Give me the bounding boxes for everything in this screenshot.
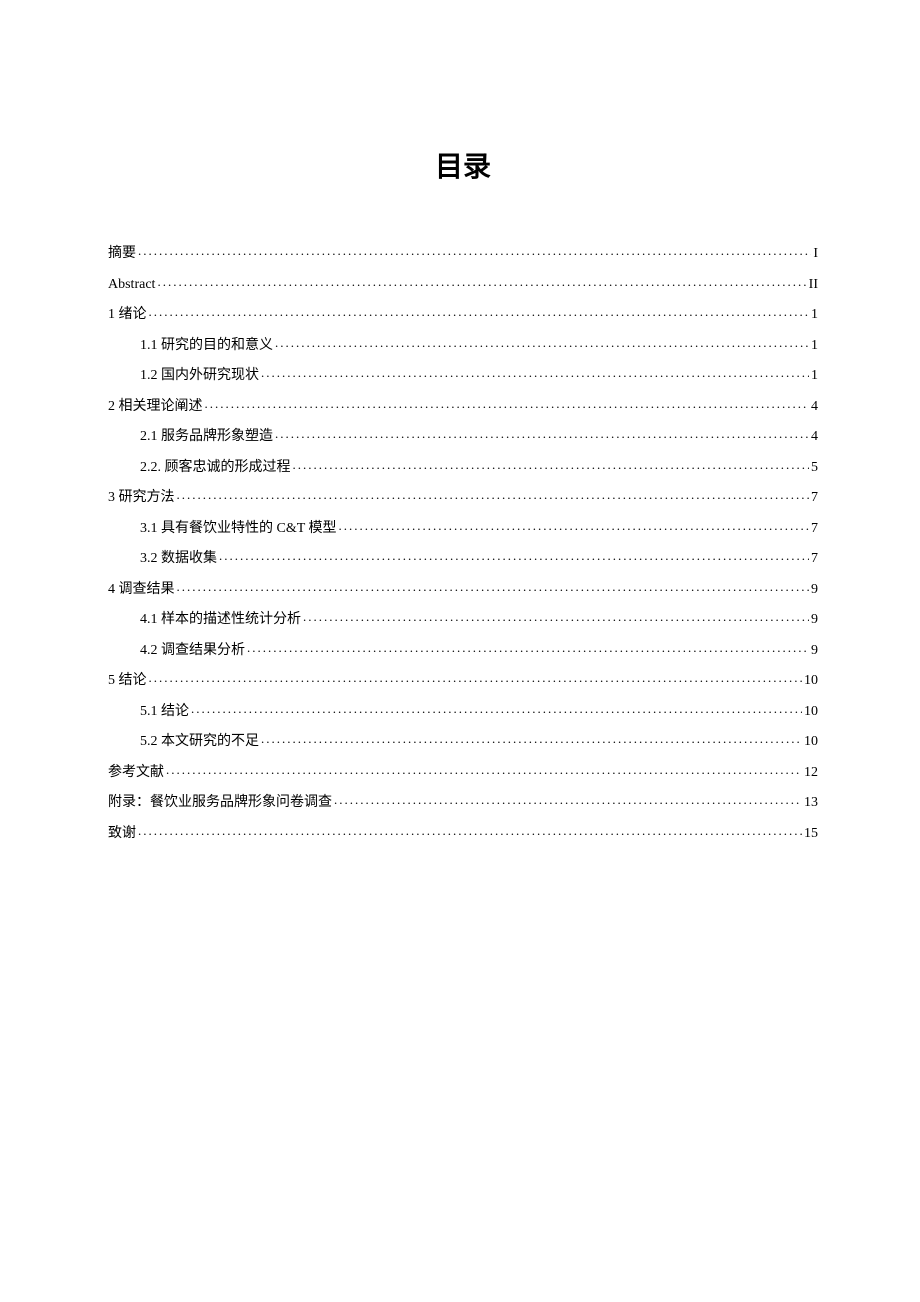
toc-entry-label: 3 研究方法	[108, 491, 175, 505]
toc-entry: Abstract II	[108, 274, 818, 292]
toc-entry: 摘要 I	[108, 243, 818, 261]
toc-leader-dots	[275, 426, 809, 440]
toc-entry: 附录：餐饮业服务品牌形象问卷调查 13	[108, 792, 818, 810]
toc-entry-label: 2.2. 顾客忠诚的形成过程	[140, 461, 291, 475]
toc-leader-dots	[177, 487, 810, 501]
toc-entry: 5.2 本文研究的不足 10	[108, 731, 818, 749]
toc-entry: 3.2 数据收集 7	[108, 548, 818, 566]
toc-leader-dots	[149, 670, 803, 684]
toc-title: 目录	[108, 145, 818, 185]
table-of-contents: 摘要IAbstractII1 绪论11.1 研究的目的和意义11.2 国内外研究…	[108, 243, 818, 841]
toc-entry: 1.1 研究的目的和意义 1	[108, 335, 818, 353]
toc-leader-dots	[166, 762, 802, 776]
toc-entry-page: 1	[811, 369, 818, 383]
toc-leader-dots	[275, 335, 809, 349]
toc-entry: 3 研究方法 7	[108, 487, 818, 505]
toc-leader-dots	[339, 518, 809, 532]
toc-entry: 4 调查结果 9	[108, 579, 818, 597]
toc-entry-page: 13	[804, 796, 818, 810]
toc-entry-page: 7	[811, 522, 818, 536]
toc-entry: 4.1 样本的描述性统计分析 9	[108, 609, 818, 627]
toc-leader-dots	[247, 640, 809, 654]
toc-entry-label: 2 相关理论阐述	[108, 400, 203, 414]
toc-entry-label: 1 绪论	[108, 308, 147, 322]
toc-entry-label: 参考文献	[108, 766, 164, 780]
toc-entry-page: 7	[811, 552, 818, 566]
toc-entry-label: 3.1 具有餐饮业特性的 C&T 模型	[140, 522, 337, 536]
toc-entry: 1.2 国内外研究现状 1	[108, 365, 818, 383]
toc-leader-dots	[261, 731, 802, 745]
toc-entry-label: 4.2 调查结果分析	[140, 644, 245, 658]
toc-entry-page: 12	[804, 766, 818, 780]
toc-entry-page: 15	[804, 827, 818, 841]
toc-leader-dots	[149, 304, 810, 318]
toc-leader-dots	[177, 579, 810, 593]
toc-entry: 5 结论 10	[108, 670, 818, 688]
toc-entry: 参考文献 12	[108, 762, 818, 780]
toc-entry-page: 7	[811, 491, 818, 505]
toc-entry: 4.2 调查结果分析 9	[108, 640, 818, 658]
toc-leader-dots	[138, 243, 811, 257]
toc-entry: 2.2. 顾客忠诚的形成过程 5	[108, 457, 818, 475]
toc-entry-page: 9	[811, 613, 818, 627]
document-page: 目录 摘要IAbstractII1 绪论11.1 研究的目的和意义11.2 国内…	[0, 0, 920, 841]
toc-entry-label: 摘要	[108, 247, 136, 261]
toc-entry: 2.1 服务品牌形象塑造 4	[108, 426, 818, 444]
toc-entry-page: 4	[811, 430, 818, 444]
toc-entry: 1 绪论 1	[108, 304, 818, 322]
toc-entry: 5.1 结论 10	[108, 701, 818, 719]
toc-entry-page: 4	[811, 400, 818, 414]
toc-leader-dots	[138, 823, 802, 837]
toc-entry-label: Abstract	[108, 278, 155, 292]
toc-entry-label: 5 结论	[108, 674, 147, 688]
toc-entry-page: 9	[811, 644, 818, 658]
toc-entry-label: 4.1 样本的描述性统计分析	[140, 613, 301, 627]
toc-entry-label: 致谢	[108, 827, 136, 841]
toc-entry-label: 3.2 数据收集	[140, 552, 217, 566]
toc-entry-page: II	[809, 278, 818, 292]
toc-entry-page: I	[813, 247, 818, 261]
toc-leader-dots	[334, 792, 802, 806]
toc-entry-page: 10	[804, 705, 818, 719]
toc-entry-label: 5.2 本文研究的不足	[140, 735, 259, 749]
toc-leader-dots	[293, 457, 810, 471]
toc-entry-label: 4 调查结果	[108, 583, 175, 597]
toc-entry-page: 10	[804, 674, 818, 688]
toc-entry-label: 1.1 研究的目的和意义	[140, 339, 273, 353]
toc-entry-page: 10	[804, 735, 818, 749]
toc-leader-dots	[261, 365, 809, 379]
toc-entry: 致谢 15	[108, 823, 818, 841]
toc-entry-label: 附录：餐饮业服务品牌形象问卷调查	[108, 796, 332, 810]
toc-entry-page: 1	[811, 339, 818, 353]
toc-leader-dots	[303, 609, 809, 623]
toc-entry-page: 1	[811, 308, 818, 322]
toc-entry-label: 5.1 结论	[140, 705, 189, 719]
toc-leader-dots	[219, 548, 809, 562]
toc-leader-dots	[191, 701, 802, 715]
toc-entry-page: 9	[811, 583, 818, 597]
toc-entry-label: 1.2 国内外研究现状	[140, 369, 259, 383]
toc-entry-page: 5	[811, 461, 818, 475]
toc-entry: 3.1 具有餐饮业特性的 C&T 模型 7	[108, 518, 818, 536]
toc-entry-label: 2.1 服务品牌形象塑造	[140, 430, 273, 444]
toc-leader-dots	[157, 274, 806, 288]
toc-entry: 2 相关理论阐述 4	[108, 396, 818, 414]
toc-leader-dots	[205, 396, 810, 410]
